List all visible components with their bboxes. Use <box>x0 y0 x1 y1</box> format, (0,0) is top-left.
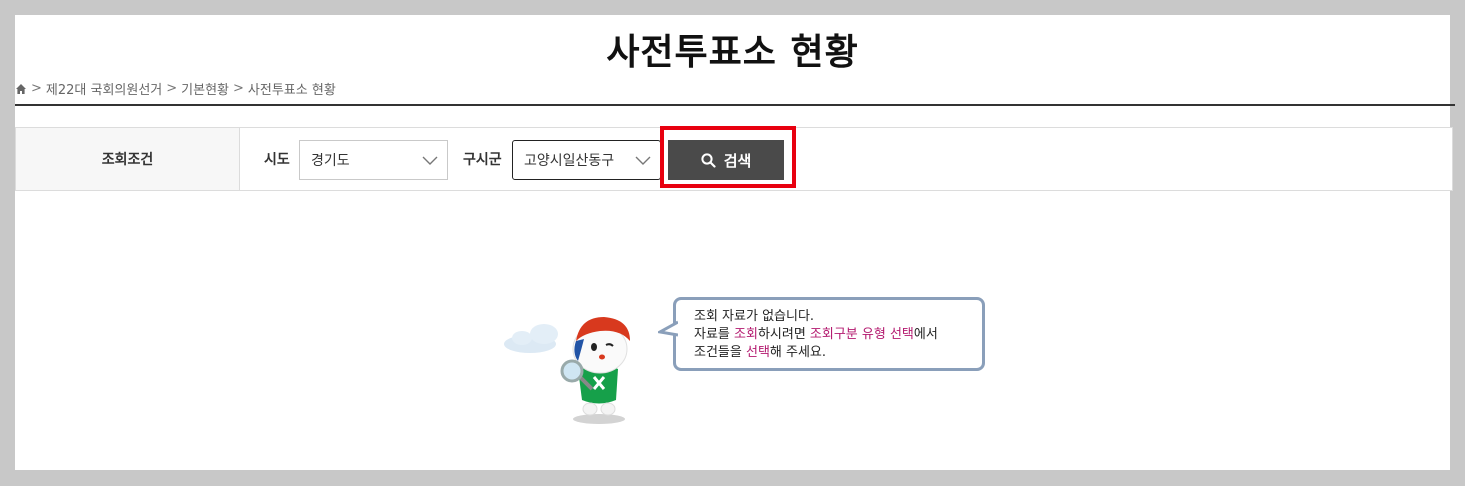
sido-label: 시도 <box>264 152 290 168</box>
condition-label: 조회조건 <box>16 128 240 190</box>
chevron-down-icon <box>422 156 438 165</box>
gusigun-label: 구시군 <box>463 152 502 168</box>
chevron-down-icon <box>635 156 651 165</box>
breadcrumb-separator: > <box>166 81 178 96</box>
empty-message-bubble: 조회 자료가 없습니다. 자료를 조회하시려면 조회구분 유형 선택에서 조건들… <box>658 297 985 371</box>
breadcrumb-separator: > <box>233 81 244 96</box>
empty-state: 조회 자료가 없습니다. 자료를 조회하시려면 조회구분 유형 선택에서 조건들… <box>500 297 1000 427</box>
emphasis-text: 조회 <box>734 327 758 342</box>
empty-message-line1: 조회 자료가 없습니다. <box>694 309 815 324</box>
text: 해 주세요. <box>769 345 827 360</box>
gusigun-select-value: 고양시일산동구 <box>524 153 615 169</box>
emphasis-text: 선택 <box>745 345 770 360</box>
empty-message-line3: 조건들을 선택해 주세요. <box>694 344 964 362</box>
home-icon[interactable] <box>15 83 27 95</box>
search-condition-bar: 조회조건 시도 경기도 구시군 고양시일산동구 검색 <box>15 127 1453 191</box>
breadcrumb-separator: > <box>31 81 42 96</box>
sido-select-value: 경기도 <box>311 153 350 169</box>
breadcrumb-item-basic-status[interactable]: 기본현황 <box>181 79 229 98</box>
text: 조건들을 <box>694 345 746 360</box>
search-button[interactable]: 검색 <box>668 140 784 180</box>
text: 자료를 <box>694 327 735 342</box>
mascot-illustration <box>504 317 630 424</box>
empty-message-line2: 자료를 조회하시려면 조회구분 유형 선택에서 <box>694 326 964 344</box>
breadcrumb-item-election[interactable]: 제22대 국회의원선거 <box>46 79 162 98</box>
text: 하시려면 <box>757 327 810 342</box>
search-icon <box>701 152 716 168</box>
page-title: 사전투표소 현황 <box>606 32 859 73</box>
title-divider <box>15 104 1455 106</box>
bubble-tail <box>658 320 678 337</box>
text: 에서 <box>913 327 938 342</box>
breadcrumb: > 제22대 국회의원선거 > 기본현황 > 사전투표소 현황 <box>15 79 336 98</box>
search-button-label: 검색 <box>723 151 752 170</box>
gusigun-select[interactable]: 고양시일산동구 <box>512 140 661 180</box>
emphasis-text: 조회구분 유형 선택 <box>809 327 914 342</box>
page: 사전투표소 현황 > 제22대 국회의원선거 > 기본현황 > 사전투표소 현황… <box>15 15 1455 470</box>
sido-select[interactable]: 경기도 <box>299 140 448 180</box>
breadcrumb-item-current[interactable]: 사전투표소 현황 <box>248 79 336 98</box>
